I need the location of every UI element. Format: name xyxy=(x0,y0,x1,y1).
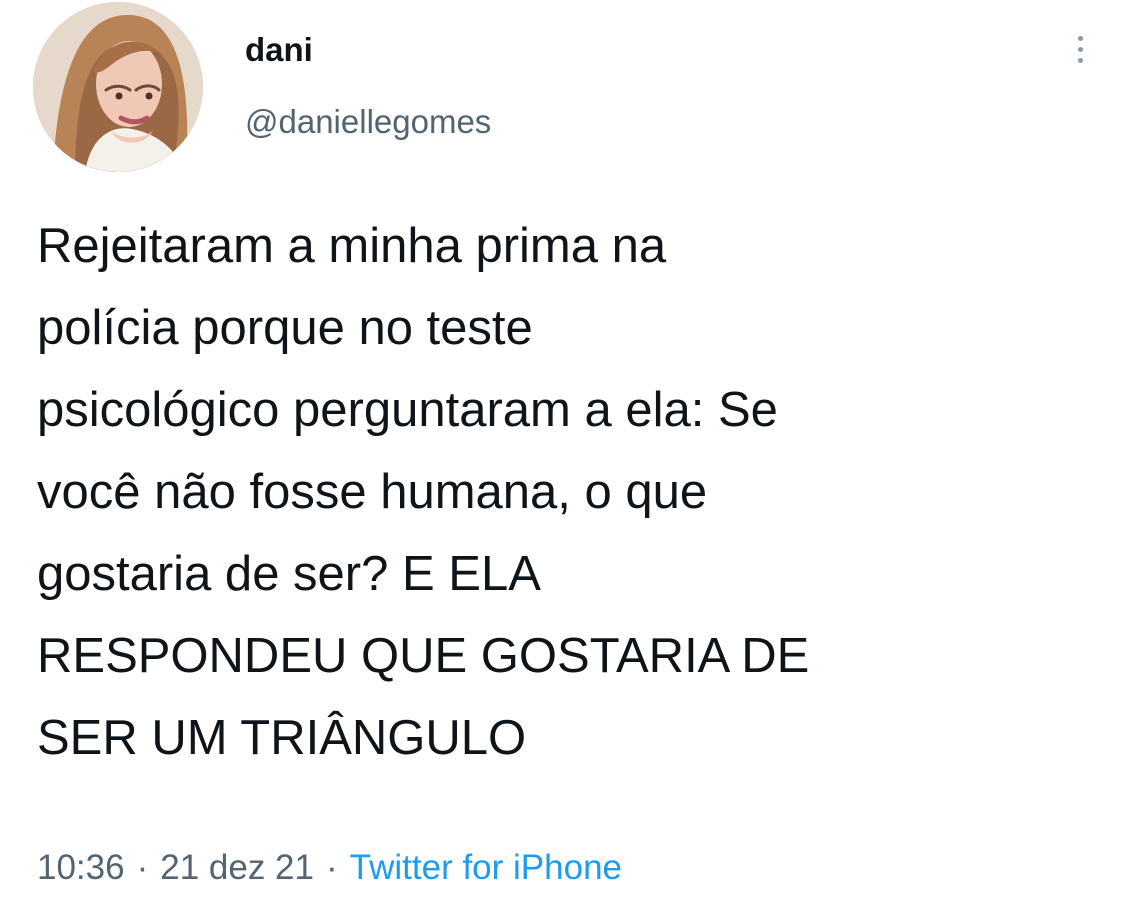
tweet-text-line: SER UM TRIÂNGULO xyxy=(37,711,527,765)
avatar[interactable] xyxy=(33,2,203,172)
more-dot-icon xyxy=(1077,35,1083,41)
tweet-metadata: 10:36 · 21 dez 21 · Twitter for iPhone xyxy=(37,847,622,889)
tweet-text-line: gostaria de ser? E ELA xyxy=(37,547,541,601)
tweet-text-line: RESPONDEU QUE GOSTARIA DE xyxy=(37,629,810,683)
profile-photo-icon xyxy=(33,2,203,172)
metadata-separator: · xyxy=(136,848,149,887)
username-handle[interactable]: @daniellegomes xyxy=(245,102,491,142)
tweet-source-link[interactable]: Twitter for iPhone xyxy=(350,848,622,887)
more-dot-icon xyxy=(1077,57,1083,63)
more-dot-icon xyxy=(1077,46,1083,52)
tweet-text-line: psicológico perguntaram a ela: Se xyxy=(37,383,778,437)
tweet-text-line: polícia porque no teste xyxy=(37,301,533,355)
tweet-date[interactable]: 21 dez 21 xyxy=(160,848,314,887)
display-name[interactable]: dani xyxy=(245,30,313,70)
tweet-text-line: Rejeitaram a minha prima na xyxy=(37,219,667,273)
more-options-icon[interactable] xyxy=(1064,25,1096,73)
tweet-text-line: você não fosse humana, o que xyxy=(37,465,708,519)
tweet-text: Rejeitaram a minha prima na polícia porq… xyxy=(37,205,1122,779)
metadata-separator: · xyxy=(326,848,338,887)
tweet-card: dani @daniellegomes Rejeitaram a minha p… xyxy=(0,0,1139,904)
tweet-time[interactable]: 10:36 xyxy=(37,848,125,887)
